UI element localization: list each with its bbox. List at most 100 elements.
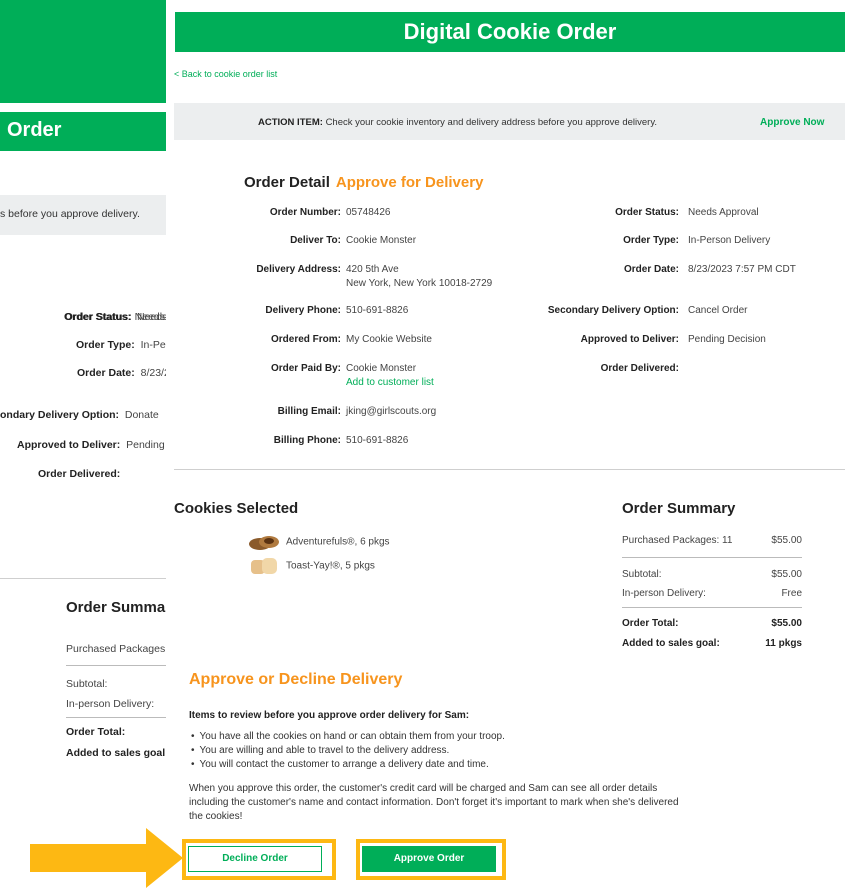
summary-inperson-value: Free bbox=[781, 588, 802, 599]
review-bullet-item: You have all the cookies on hand or can … bbox=[189, 730, 505, 744]
ordered-from-value: My Cookie Website bbox=[346, 334, 432, 345]
background-summary-purchased: Purchased Packages: bbox=[66, 643, 169, 655]
back-to-order-list-link[interactable]: < Back to cookie order list bbox=[174, 69, 277, 79]
background-field-order-date: Order Date: 8/23/2( bbox=[77, 367, 173, 379]
approved-to-deliver-value: Pending Decision bbox=[688, 334, 766, 345]
order-delivered-label: Order Delivered: bbox=[600, 363, 679, 374]
delivery-phone-value: 510-691-8826 bbox=[346, 305, 409, 316]
order-detail-window: Digital Cookie Order < Back to cookie or… bbox=[166, 0, 845, 891]
background-divider bbox=[0, 578, 166, 579]
cookie-item-label: Toast-Yay!®, 5 pkgs bbox=[286, 560, 375, 572]
approved-to-deliver-label: Approved to Deliver: bbox=[580, 334, 679, 345]
background-summary-line bbox=[66, 717, 166, 718]
cookies-selected-title: Cookies Selected bbox=[174, 500, 299, 517]
order-detail-title: Order Detail bbox=[244, 174, 330, 191]
action-item-label: ACTION ITEM: bbox=[258, 117, 323, 128]
background-field-order-type: Order Type: In-Pers bbox=[76, 339, 174, 351]
section-divider bbox=[174, 469, 845, 470]
summary-divider bbox=[622, 607, 802, 608]
order-paid-by-label: Order Paid By: bbox=[270, 363, 341, 374]
background-label: Approved to Deliver: bbox=[17, 439, 121, 451]
adventurefuls-cookie-icon bbox=[249, 536, 279, 550]
summary-goal-row: Added to sales goal: 11 pkgs bbox=[622, 638, 802, 649]
background-value: Donate bbox=[124, 409, 159, 421]
delivery-phone-label: Delivery Phone: bbox=[265, 305, 341, 316]
deliver-to-label: Deliver To: bbox=[290, 235, 341, 246]
action-item-text: ACTION ITEM: Check your cookie inventory… bbox=[258, 117, 657, 128]
order-detail-heading: Order Detail Approve for Delivery bbox=[244, 174, 483, 191]
background-summary-total: Order Total: bbox=[66, 726, 126, 738]
cookie-item-label: Adventurefuls®, 6 pkgs bbox=[286, 536, 390, 548]
order-type-label: Order Type: bbox=[623, 235, 679, 246]
order-date-label: Order Date: bbox=[623, 264, 679, 275]
billing-phone-label: Billing Phone: bbox=[273, 435, 341, 446]
background-title: Order bbox=[7, 119, 62, 141]
summary-inperson-row: In-person Delivery: Free bbox=[622, 588, 802, 599]
delivery-address-line1: 420 5th Ave bbox=[346, 264, 399, 275]
order-paid-by-value: Cookie Monster bbox=[346, 363, 417, 374]
background-summary-goal: Added to sales goal bbox=[66, 747, 166, 759]
secondary-delivery-option-label: Secondary Delivery Option: bbox=[547, 305, 679, 316]
arrow-right-icon bbox=[30, 828, 183, 888]
summary-total-row: Order Total: $55.00 bbox=[622, 618, 802, 629]
background-action-bar: s before you approve delivery. bbox=[0, 195, 166, 235]
approve-decline-title: Approve or Decline Delivery bbox=[189, 671, 403, 688]
billing-email-value: jking@girlscouts.org bbox=[346, 406, 437, 417]
summary-divider bbox=[622, 557, 802, 558]
deliver-to-value: Cookie Monster bbox=[346, 235, 417, 246]
items-to-review-heading: Items to review before you approve order… bbox=[189, 710, 470, 721]
action-item-bar: ACTION ITEM: Check your cookie inventory… bbox=[174, 103, 845, 140]
order-summary-title: Order Summary bbox=[622, 500, 736, 517]
billing-email-label: Billing Email: bbox=[277, 406, 341, 417]
cookie-item: Adventurefuls®, 6 pkgs bbox=[248, 532, 390, 552]
summary-subtotal-value: $55.00 bbox=[771, 569, 802, 580]
order-status-value: Needs Approval bbox=[688, 207, 759, 218]
background-field-approved: Approved to Deliver: Pending bbox=[17, 439, 165, 451]
review-bullet-item: You are willing and able to travel to th… bbox=[189, 744, 505, 758]
approve-now-link[interactable]: Approve Now bbox=[760, 117, 824, 128]
review-bullet-item: You will contact the customer to arrange… bbox=[189, 758, 505, 772]
summary-inperson-label: In-person Delivery: bbox=[622, 588, 706, 599]
action-item-message: Check your cookie inventory and delivery… bbox=[325, 117, 658, 128]
page-title: Digital Cookie Order bbox=[175, 12, 845, 52]
approval-info-paragraph: When you approve this order, the custome… bbox=[189, 783, 679, 822]
summary-subtotal-row: Subtotal: $55.00 bbox=[622, 569, 802, 580]
background-label: Order Date: bbox=[77, 367, 135, 379]
background-header-block bbox=[0, 0, 166, 103]
decline-order-button[interactable]: Decline Order bbox=[188, 846, 322, 872]
order-number-value: 05748426 bbox=[346, 207, 391, 218]
ordered-from-label: Ordered From: bbox=[270, 334, 341, 345]
toast-yay-cookie-icon bbox=[251, 558, 277, 574]
background-summary-line bbox=[66, 665, 166, 666]
background-value: Needs bbox=[136, 311, 168, 323]
order-number-label: Order Number: bbox=[269, 207, 341, 218]
order-date-value: 8/23/2023 7:57 PM CDT bbox=[688, 264, 796, 275]
background-summary-inperson: In-person Delivery: bbox=[66, 698, 155, 710]
delivery-address-label: Delivery Address: bbox=[256, 264, 341, 275]
background-summary-title: Order Summa bbox=[66, 599, 166, 616]
background-label: Order Delivered: bbox=[38, 468, 121, 480]
summary-goal-value: 11 pkgs bbox=[765, 638, 802, 649]
summary-subtotal-label: Subtotal: bbox=[622, 569, 662, 580]
order-status-heading: Approve for Delivery bbox=[335, 174, 484, 191]
background-label: Order Type: bbox=[76, 339, 135, 351]
secondary-delivery-option-value: Cancel Order bbox=[688, 305, 748, 316]
cookie-item: Toast-Yay!®, 5 pkgs bbox=[248, 556, 375, 576]
add-to-customer-list-link[interactable]: Add to customer list bbox=[346, 376, 434, 390]
summary-goal-label: Added to sales goal: bbox=[622, 638, 720, 649]
summary-purchased-value: $55.00 bbox=[771, 535, 802, 546]
background-field-secondary-option: ondary Delivery Option: Donate bbox=[0, 409, 159, 421]
approve-order-button[interactable]: Approve Order bbox=[362, 846, 496, 872]
background-label: Order Status: bbox=[64, 311, 132, 323]
background-field-order-status: Order Status: Needs bbox=[64, 311, 167, 323]
review-bullet-list: You have all the cookies on hand or can … bbox=[189, 730, 505, 772]
background-value: Pending bbox=[126, 439, 165, 451]
summary-purchased-row: Purchased Packages: 11 $55.00 bbox=[622, 535, 802, 546]
summary-total-value: $55.00 bbox=[771, 618, 802, 629]
summary-purchased-label: Purchased Packages: 11 bbox=[622, 535, 733, 546]
background-label: ondary Delivery Option: bbox=[0, 409, 120, 421]
background-field-delivered: Order Delivered: bbox=[38, 468, 120, 480]
background-summary-subtotal: Subtotal: bbox=[66, 678, 108, 690]
order-status-label: Order Status: bbox=[615, 207, 679, 218]
background-action-text: s before you approve delivery. bbox=[0, 208, 140, 220]
